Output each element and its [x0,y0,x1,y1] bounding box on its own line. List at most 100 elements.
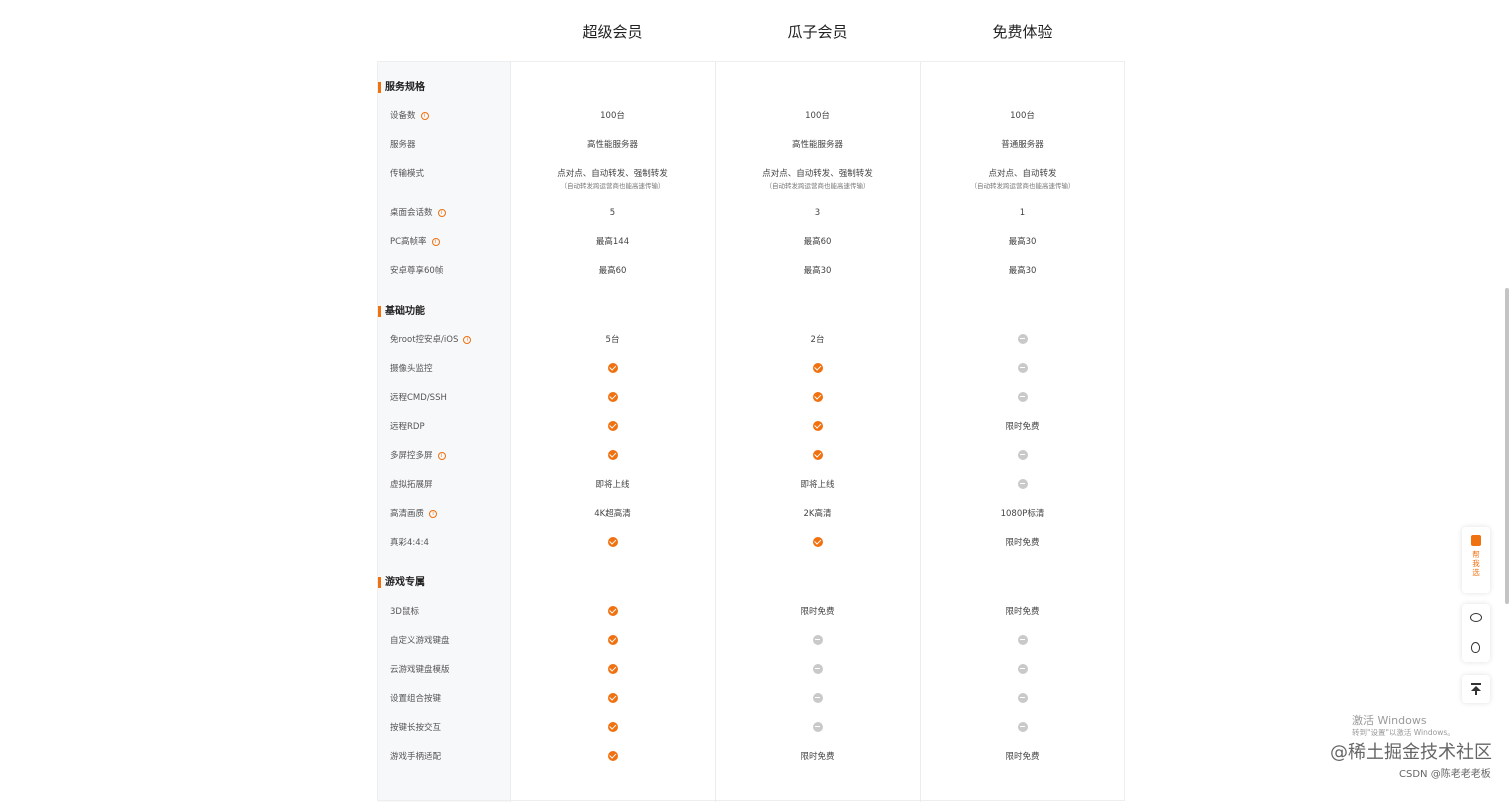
info-icon[interactable]: i [463,335,472,344]
plan-cell: 2K高清 [715,507,920,521]
plan-cell [715,663,920,677]
check-icon [607,449,618,460]
feature-name: 远程CMD/SSH [390,393,447,403]
table-row: 自定义游戏键盘 [378,634,1125,656]
feature-name: 多屏控多屏 [390,451,433,461]
cell-note: （自动转发跨运营商也能高速传输） [765,182,870,190]
check-icon [607,605,618,616]
check-icon [607,391,618,402]
unavailable-icon [1017,449,1028,460]
plan-cell [715,634,920,648]
plan-cell [715,449,920,463]
feature-label: 安卓尊享60帧 [390,264,443,278]
plan-cell [715,362,920,376]
unavailable-icon [812,721,823,732]
plan-cell: 限时免费 [920,536,1125,550]
plan-cell [510,391,715,405]
plan-cell: 点对点、自动转发 （自动转发跨运营商也能高速传输） [920,167,1125,191]
plan-cell [920,449,1125,463]
plan-cell [715,391,920,405]
help-me-choose-button[interactable]: 帮我选 [1462,527,1490,593]
cell-value: 100台 [600,111,625,121]
cell-value: 即将上线 [595,480,630,490]
plan-cell [920,391,1125,405]
plan-title-free: 免费体验 [992,23,1053,41]
check-icon [607,420,618,431]
contact-panel [1462,604,1490,662]
feature-label: 按键长按交互 [390,721,441,735]
cell-value: 3 [814,208,821,218]
feature-name: 摄像头监控 [390,364,433,374]
plan-cell: 限时免费 [920,750,1125,764]
feature-name: 免root控安卓/iOS [390,335,459,345]
wechat-icon[interactable] [1470,613,1482,622]
plan-headers: 超级会员 瓜子会员 免费体验 [510,20,1125,48]
info-icon[interactable]: i [437,208,446,217]
plan-cell: 100台 [715,109,920,123]
info-icon[interactable]: i [429,509,438,518]
plan-cell [510,750,715,764]
cell-value: 限时免费 [1005,538,1040,548]
feature-name: 自定义游戏键盘 [390,636,450,646]
feature-label: PC高帧率 i [390,235,440,249]
check-icon [607,663,618,674]
plan-cell [510,605,715,619]
cell-value: 最高30 [1008,266,1037,276]
unavailable-icon [1017,391,1028,402]
info-icon[interactable]: i [431,237,440,246]
plan-cell: 即将上线 [510,478,715,492]
qq-icon[interactable] [1471,642,1480,653]
back-to-top-button[interactable] [1462,675,1490,703]
table-row: 多屏控多屏 i [378,449,1125,471]
plan-cell: 最高60 [510,264,715,278]
cell-value: 普通服务器 [1001,140,1044,150]
feature-name: 游戏手柄适配 [390,752,442,762]
cell-value: 限时免费 [1005,607,1040,617]
table-row: 摄像头监控 [378,362,1125,384]
feature-label: 自定义游戏键盘 [390,634,450,648]
feature-label: 高清画质 i [390,507,438,521]
feature-label: 虚拟拓展屏 [390,478,433,492]
feature-label: 设置组合按键 [390,692,441,706]
feature-label: 摄像头监控 [390,362,433,376]
plan-cell: 1080P标清 [920,507,1125,521]
plan-cell [920,478,1125,492]
cell-value: 最高144 [595,237,630,247]
unavailable-icon [1017,333,1028,344]
unavailable-icon [1017,663,1028,674]
plan-cell [510,362,715,376]
page-scrollbar[interactable] [1505,288,1509,604]
table-row: 服务器 高性能服务器 高性能服务器 普通服务器 [378,138,1125,160]
plan-cell: 1 [920,206,1125,220]
plan-cell [920,692,1125,706]
check-icon [607,721,618,732]
feature-label: 设备数 i [390,109,429,123]
cell-value: 最高60 [598,266,627,276]
feature-name: 安卓尊享60帧 [390,266,444,276]
cell-value: 限时免费 [1005,752,1040,762]
feature-name: 真彩4:4:4 [390,538,429,548]
cell-value: 限时免费 [1005,422,1040,432]
section-title: 游戏专属 [385,577,425,588]
help-me-choose-label: 帮我选 [1472,550,1480,577]
info-icon[interactable]: i [437,451,446,460]
cell-value: 4K超高清 [594,509,631,519]
check-icon [607,634,618,645]
info-icon[interactable]: i [420,111,429,120]
plan-cell: 5 [510,206,715,220]
table-row: 安卓尊享60帧 最高60 最高30 最高30 [378,264,1125,286]
check-icon [812,391,823,402]
plan-cell [715,536,920,550]
table-row: 远程CMD/SSH [378,391,1125,413]
plan-cell [510,449,715,463]
plan-cell [510,536,715,550]
plan-cell: 4K超高清 [510,507,715,521]
table-row: 传输模式 点对点、自动转发、强制转发 （自动转发跨运营商也能高速传输） 点对点、自动转… [378,167,1125,191]
plan-title-guazi: 瓜子会员 [787,23,848,41]
cell-note: （自动转发跨运营商也能高速传输） [970,182,1075,190]
unavailable-icon [1017,692,1028,703]
check-icon [607,750,618,761]
plan-cell [920,721,1125,735]
feature-label: 游戏手柄适配 [390,750,441,764]
feature-name: 设备数 [390,111,416,121]
